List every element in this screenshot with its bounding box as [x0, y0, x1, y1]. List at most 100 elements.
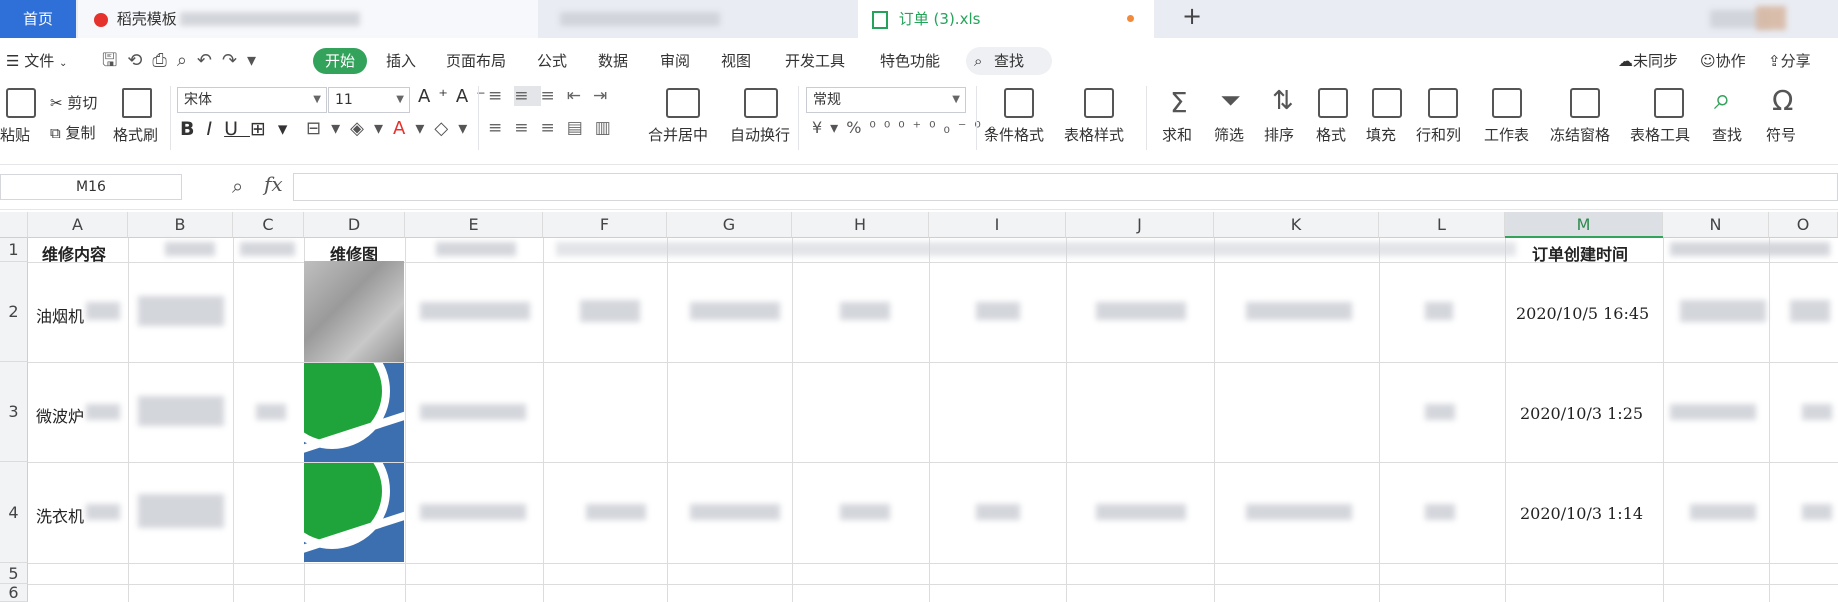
- col-header-o[interactable]: O: [1769, 212, 1838, 238]
- fill-color-buttons[interactable]: ⊟▾◈▾A▾◇▾: [306, 118, 477, 139]
- divider: [976, 86, 977, 150]
- cell-a4[interactable]: 洗衣机: [36, 503, 84, 527]
- cell-a3[interactable]: 微波炉: [36, 403, 84, 427]
- freeze-panes-button[interactable]: 冻结窗格: [1550, 124, 1610, 145]
- tab-template-label: 稻壳模板: [116, 10, 177, 28]
- row-header-2[interactable]: 2: [0, 262, 28, 362]
- search-button[interactable]: ⌕ 查找: [966, 47, 1052, 75]
- merge-icon: [666, 88, 700, 118]
- collab-button[interactable]: ☺协作: [1700, 50, 1746, 71]
- col-header-m[interactable]: M: [1505, 212, 1663, 238]
- col-header-d[interactable]: D: [304, 212, 405, 238]
- menu-tab-developer[interactable]: 开发工具: [785, 50, 845, 71]
- select-all-corner[interactable]: [0, 212, 28, 238]
- cloud-icon: ☁: [1618, 52, 1633, 70]
- blurred-area: [138, 494, 224, 528]
- menu-tab-features[interactable]: 特色功能: [880, 50, 940, 71]
- new-tab-button[interactable]: +: [1182, 2, 1202, 30]
- format-painter-icon: [122, 88, 152, 118]
- worksheet-button[interactable]: 工作表: [1484, 124, 1529, 145]
- blurred-area: [420, 404, 526, 420]
- cell-m4[interactable]: 2020/10/3 1:14: [1520, 504, 1643, 523]
- col-header-a[interactable]: A: [28, 212, 128, 238]
- menu-tab-page-layout[interactable]: 页面布局: [446, 50, 506, 71]
- chevron-down-icon: ▼: [396, 94, 404, 105]
- tab-home[interactable]: 首页: [0, 0, 76, 38]
- wrap-text-icon: [744, 88, 778, 118]
- col-header-i[interactable]: I: [929, 212, 1066, 238]
- row-header-3[interactable]: 3: [0, 362, 28, 462]
- font-size-select[interactable]: 11 ▼: [328, 87, 410, 113]
- sort-button[interactable]: 排序: [1264, 124, 1294, 145]
- col-header-k[interactable]: K: [1214, 212, 1379, 238]
- menu-tab-view[interactable]: 视图: [721, 50, 751, 71]
- format-painter-button[interactable]: 格式刷: [113, 124, 158, 145]
- wrap-text-button[interactable]: 自动换行: [730, 124, 790, 145]
- cell-a1[interactable]: 维修内容: [42, 241, 106, 265]
- row-header-6[interactable]: 6: [0, 584, 28, 602]
- cell-m2[interactable]: 2020/10/5 16:45: [1516, 304, 1649, 323]
- row-header-5[interactable]: 5: [0, 563, 28, 584]
- repair-photo-1[interactable]: [304, 261, 404, 362]
- number-format-buttons[interactable]: ¥▾%⁰⁰⁰⁺⁰₀⁻⁰₀: [812, 118, 1003, 137]
- col-header-h[interactable]: H: [792, 212, 929, 238]
- menu-tab-formula[interactable]: 公式: [537, 50, 567, 71]
- col-header-j[interactable]: J: [1066, 212, 1214, 238]
- table-style-icon: [1084, 88, 1114, 118]
- number-format-select[interactable]: 常规 ▼: [806, 87, 966, 113]
- align-top-buttons[interactable]: ≡≡≡⇤⇥: [488, 86, 619, 106]
- cell-m1[interactable]: 订单创建时间: [1532, 241, 1628, 265]
- col-header-g[interactable]: G: [667, 212, 792, 238]
- file-menu[interactable]: ☰ 文件 ⌄: [6, 50, 67, 71]
- merge-center-button[interactable]: 合并居中: [648, 124, 708, 145]
- blurred-area: [138, 396, 224, 426]
- fill-button[interactable]: 填充: [1366, 124, 1396, 145]
- name-box[interactable]: M16: [0, 174, 182, 200]
- avatar[interactable]: [1756, 6, 1786, 30]
- blurred-area: [976, 302, 1020, 320]
- col-header-b[interactable]: B: [128, 212, 233, 238]
- format-button[interactable]: 格式: [1316, 124, 1346, 145]
- blurred-area: [690, 504, 780, 520]
- col-header-c[interactable]: C: [233, 212, 304, 238]
- cell-m3[interactable]: 2020/10/3 1:25: [1520, 404, 1643, 423]
- menu-tab-data[interactable]: 数据: [598, 50, 628, 71]
- menu-tab-home[interactable]: 开始: [313, 48, 367, 74]
- row-col-button[interactable]: 行和列: [1416, 124, 1461, 145]
- align-horizontal-buttons[interactable]: ≡≡≡▤▥: [488, 118, 623, 138]
- repair-photo-2[interactable]: [304, 363, 404, 462]
- col-header-l[interactable]: L: [1379, 212, 1505, 238]
- user-icon: ☺: [1700, 52, 1716, 70]
- row-header-4[interactable]: 4: [0, 462, 28, 563]
- tab-document[interactable]: 订单 (3).xls: [858, 0, 1154, 38]
- paste-button[interactable]: 粘贴: [0, 124, 30, 145]
- table-tools-button[interactable]: 表格工具: [1630, 124, 1690, 145]
- grid-line: [543, 238, 544, 602]
- col-header-f[interactable]: F: [543, 212, 667, 238]
- blurred-area: [420, 504, 526, 520]
- scissors-icon: ✂: [50, 94, 63, 112]
- menu-tab-insert[interactable]: 插入: [386, 50, 416, 71]
- font-style-buttons[interactable]: BIU⊞▾: [180, 118, 299, 140]
- menu-tab-review[interactable]: 审阅: [660, 50, 690, 71]
- unsync-button[interactable]: ☁未同步: [1618, 50, 1678, 71]
- conditional-format-button[interactable]: 条件格式: [984, 124, 1044, 145]
- font-grow-shrink-buttons[interactable]: A⁺A⁻: [418, 86, 494, 107]
- row-header-1[interactable]: 1: [0, 238, 28, 262]
- zoom-formula-icon[interactable]: ⌕: [232, 174, 243, 198]
- filter-button[interactable]: 筛选: [1214, 124, 1244, 145]
- find-button[interactable]: 查找: [1712, 124, 1742, 145]
- symbol-button[interactable]: 符号: [1766, 124, 1796, 145]
- cut-button[interactable]: ✂ 剪切: [50, 92, 97, 113]
- col-header-e[interactable]: E: [405, 212, 543, 238]
- col-header-n[interactable]: N: [1663, 212, 1769, 238]
- fx-label[interactable]: fx: [264, 172, 283, 196]
- formula-input[interactable]: [293, 173, 1838, 201]
- font-select[interactable]: 宋体 ▼: [177, 87, 327, 113]
- repair-photo-3[interactable]: [304, 463, 404, 562]
- share-button[interactable]: ⇪分享: [1768, 50, 1811, 71]
- copy-button[interactable]: ⧉ 复制: [50, 122, 96, 143]
- table-style-button[interactable]: 表格样式: [1064, 124, 1124, 145]
- sum-button[interactable]: 求和: [1162, 124, 1192, 145]
- cell-a2[interactable]: 油烟机: [36, 303, 84, 327]
